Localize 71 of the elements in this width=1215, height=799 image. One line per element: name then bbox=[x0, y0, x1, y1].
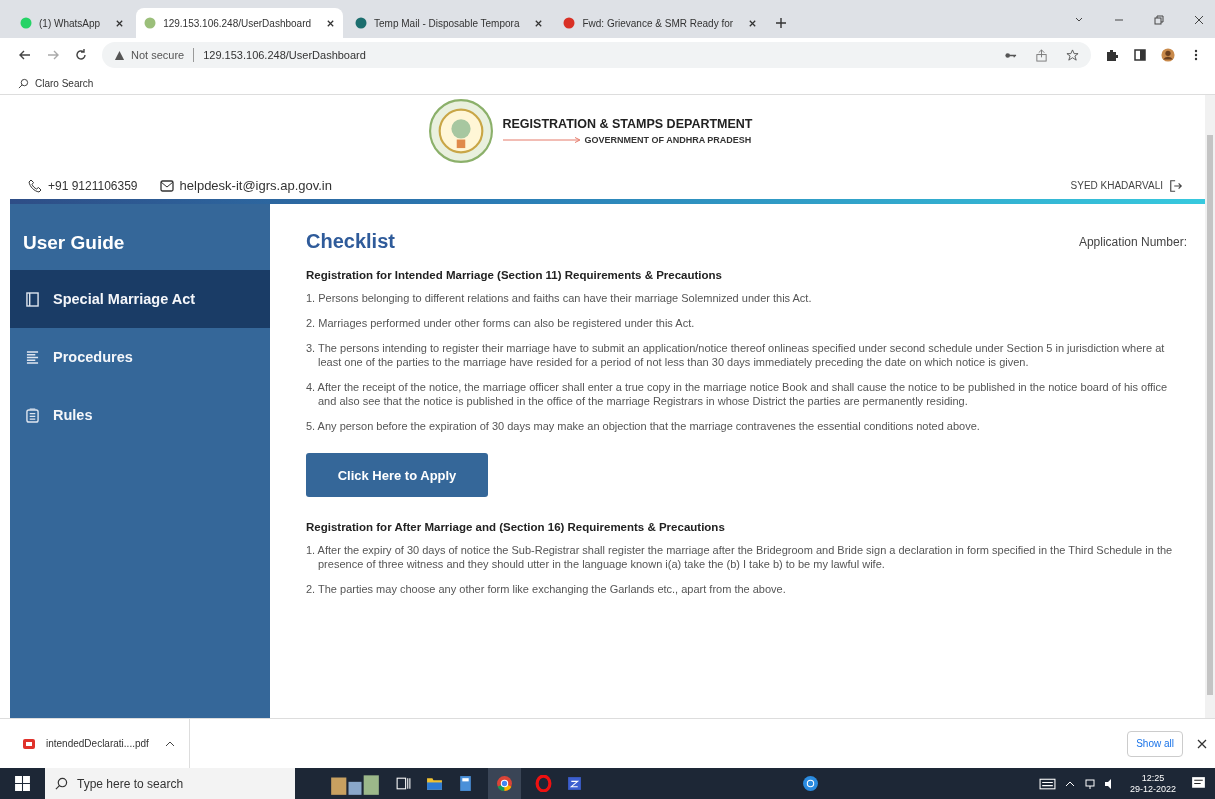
back-icon[interactable] bbox=[18, 48, 32, 62]
checklist-item: 4. After the receipt of the notice, the marriage officer shall enter a true copy in the marriage notice Book and shall cause the notice to be published in the notice board of his office and also see that the notice is published in the office of the marriage Registrars in whose District the parties are permanently residing. bbox=[306, 380, 1169, 408]
application-number-label: Application Number: bbox=[1078, 234, 1187, 249]
windows-start-icon[interactable] bbox=[14, 775, 31, 792]
store-icon[interactable] bbox=[566, 775, 583, 792]
phone-number: +91 9121106359 bbox=[48, 178, 138, 193]
folder-icon[interactable] bbox=[426, 775, 443, 792]
favicon-icon bbox=[563, 17, 576, 29]
new-tab-icon[interactable] bbox=[775, 17, 788, 29]
avatar-icon[interactable] bbox=[1161, 48, 1175, 62]
book-icon bbox=[26, 291, 39, 307]
checklist-item: 5. Any person before the expiration of 30 days may make an objection that the marriage contravenes the essential conditions noted above. bbox=[306, 419, 981, 433]
browser-tab[interactable]: Temp Mail - Disposable Tempora bbox=[347, 8, 552, 38]
close-icon[interactable] bbox=[534, 18, 544, 28]
share-icon[interactable] bbox=[1035, 48, 1048, 62]
search-icon bbox=[18, 77, 29, 89]
task-view-icon[interactable] bbox=[395, 775, 412, 792]
close-icon[interactable] bbox=[115, 18, 125, 28]
checklist-title: Checklist bbox=[306, 230, 395, 253]
close-icon[interactable] bbox=[326, 18, 336, 28]
browser-tab[interactable]: Fwd: Grievance & SMR Ready for bbox=[555, 8, 766, 38]
favicon-icon bbox=[144, 17, 157, 29]
department-title: REGISTRATION & STAMPS DEPARTMENT bbox=[502, 117, 753, 131]
favicon-icon bbox=[355, 17, 368, 29]
sidebar-item[interactable]: Rules bbox=[10, 386, 270, 444]
browser-tab[interactable]: 129.153.106.248/UserDashboard bbox=[136, 8, 344, 38]
sidebar-item[interactable]: Procedures bbox=[10, 328, 270, 386]
close-icon[interactable] bbox=[1193, 14, 1205, 26]
caret-icon[interactable] bbox=[164, 740, 175, 747]
browser-tab[interactable]: (1) WhatsApp bbox=[12, 8, 133, 38]
puzzle-icon[interactable] bbox=[1105, 48, 1119, 62]
calculator-icon[interactable] bbox=[457, 775, 474, 792]
close-icon[interactable] bbox=[1197, 738, 1207, 749]
checklist-item: 2. Marriages performed under other forms can also be registered under this Act. bbox=[306, 316, 696, 330]
close-icon[interactable] bbox=[748, 18, 758, 28]
network-icon[interactable] bbox=[1083, 777, 1096, 790]
chrome-icon[interactable] bbox=[496, 775, 513, 792]
email-address: helpdesk-it@igrs.ap.gov.in bbox=[179, 178, 332, 193]
sidebar-title: User Guide bbox=[22, 231, 126, 255]
bookmark-item[interactable]: Claro Search bbox=[18, 77, 94, 89]
list-icon bbox=[26, 349, 39, 365]
mail-icon bbox=[159, 178, 174, 193]
apply-button[interactable]: Click Here to Apply bbox=[306, 453, 488, 497]
section-heading: Registration for After Marriage and (Section 16) Requirements & Precautions bbox=[306, 521, 726, 533]
phone-icon bbox=[28, 178, 42, 193]
clipboard-icon bbox=[26, 407, 39, 423]
sidebar-icon[interactable] bbox=[1133, 48, 1147, 62]
address-bar[interactable]: Not secure 129.153.106.248/UserDashboard bbox=[102, 42, 1091, 68]
pdf-file-icon bbox=[22, 736, 36, 751]
warning-icon bbox=[114, 49, 125, 61]
taskbar-clock[interactable]: 12:25 29-12-2022 bbox=[1129, 772, 1176, 795]
section-heading: Registration for Intended Marriage (Section 11) Requirements & Precautions bbox=[306, 269, 723, 281]
checklist-item: 2. The parties may choose any other form like exchanging the Garlands etc., apart from the above. bbox=[306, 582, 787, 596]
reload-icon[interactable] bbox=[74, 48, 88, 62]
checklist-item: 3. The persons intending to register their marriage have to submit an application/notice thereof onlineas specified under second schedule under Section 5 in jurisdiction where at least one of the parties to the marriage have resided for a period of not less than 30 days immediately preceding the date on which notice is given. bbox=[306, 341, 1166, 369]
opera-icon[interactable] bbox=[535, 775, 552, 792]
user-name: SYED KHADARVALI bbox=[1070, 180, 1163, 191]
sidebar-item[interactable]: Special Marriage Act bbox=[10, 270, 270, 328]
search-icon bbox=[55, 777, 68, 790]
checklist-item: 1. Persons belonging to different relations and faiths can have their marriage Solemnized under this Act. bbox=[306, 291, 813, 305]
emblem-logo bbox=[428, 99, 493, 163]
taskbar-search-field[interactable]: Type here to search bbox=[45, 768, 295, 799]
government-subtitle: GOVERNMENT OF ANDHRA PRADESH bbox=[584, 135, 752, 145]
logout-icon[interactable] bbox=[1169, 178, 1183, 193]
favicon-icon bbox=[20, 17, 32, 29]
star-icon[interactable] bbox=[1066, 48, 1079, 62]
restore-icon[interactable] bbox=[1153, 14, 1165, 26]
arrow-line-icon bbox=[502, 137, 583, 143]
show-all-button[interactable]: Show all bbox=[1127, 730, 1183, 757]
help-icon[interactable] bbox=[802, 775, 820, 792]
checklist-item: 1. After the expiry of 30 days of notice the Sub-Registrar shall register the marriage after the Bridegroom and Bride sign a declaration in form specified in the Third Schedule in the presence of three witness and they should utter in the language known i(a) take the (b) I take b) to be my lawful wife. bbox=[306, 543, 1174, 571]
